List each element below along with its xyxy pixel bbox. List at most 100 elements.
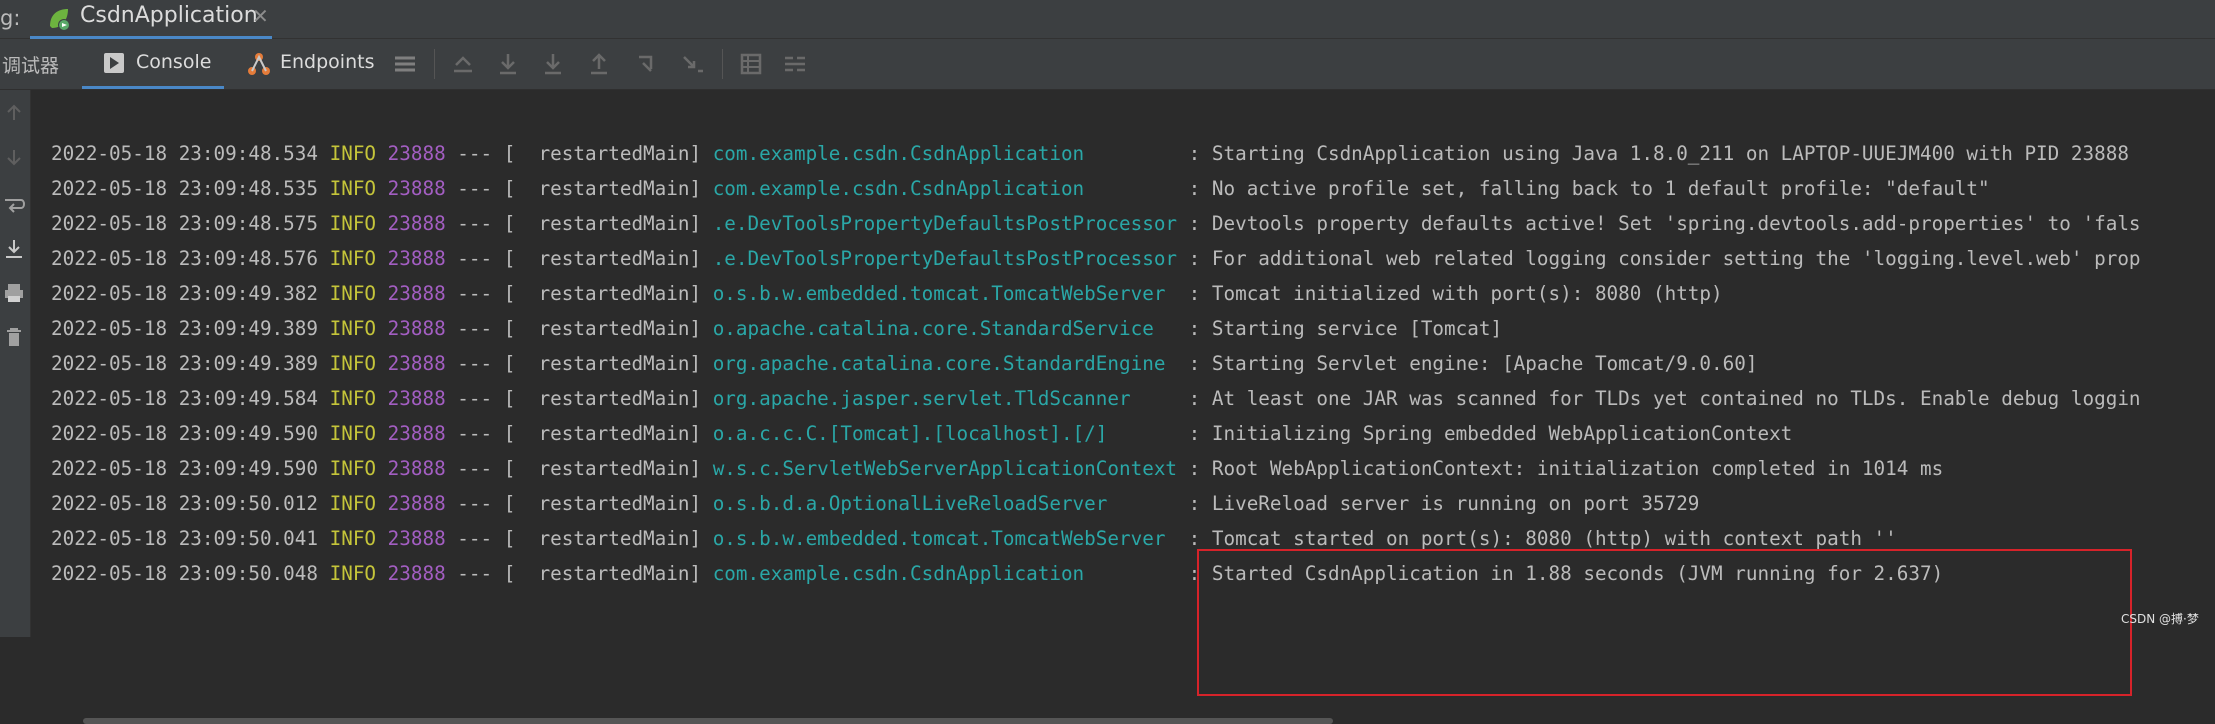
log-separator: --- [ <box>445 352 516 375</box>
log-pid: 23888 <box>387 527 446 550</box>
tab-endpoints[interactable]: Endpoints <box>244 39 384 89</box>
log-level: INFO <box>329 177 377 200</box>
log-thread: restartedMain] <box>515 492 713 515</box>
log-separator: --- [ <box>445 247 516 270</box>
log-logger: o.s.b.w.embedded.tomcat.TomcatWebServer <box>712 527 1178 550</box>
horizontal-scrollbar[interactable] <box>83 718 1333 724</box>
run-to-cursor-icon[interactable] <box>680 51 706 77</box>
log-pid: 23888 <box>387 422 446 445</box>
trace-current-stream-icon[interactable] <box>782 51 808 77</box>
log-separator: --- [ <box>445 142 516 165</box>
log-line: 2022-05-18 23:09:49.584 INFO 23888 --- [… <box>51 381 2141 416</box>
arrow-up-icon[interactable] <box>3 102 25 124</box>
step-over-icon[interactable] <box>495 51 521 77</box>
log-pid: 23888 <box>387 212 446 235</box>
log-pid: 23888 <box>387 142 446 165</box>
log-timestamp: 2022-05-18 23:09:48.535 <box>51 177 318 200</box>
log-timestamp: 2022-05-18 23:09:49.382 <box>51 282 318 305</box>
log-thread: restartedMain] <box>515 562 713 585</box>
step-into-icon[interactable] <box>540 51 566 77</box>
log-timestamp: 2022-05-18 23:09:49.389 <box>51 352 318 375</box>
log-pid: 23888 <box>387 457 446 480</box>
log-timestamp: 2022-05-18 23:09:50.048 <box>51 562 318 585</box>
log-level: INFO <box>329 247 377 270</box>
endpoints-icon <box>248 53 270 75</box>
log-level: INFO <box>329 352 377 375</box>
log-level: INFO <box>329 387 377 410</box>
arrow-down-icon[interactable] <box>3 146 25 168</box>
log-timestamp: 2022-05-18 23:09:49.584 <box>51 387 318 410</box>
log-thread: restartedMain] <box>515 212 713 235</box>
drop-frame-icon[interactable] <box>633 51 659 77</box>
soft-wrap-icon[interactable] <box>3 194 25 216</box>
print-icon[interactable] <box>3 282 25 304</box>
tab-prefix: g: <box>0 6 21 30</box>
log-timestamp: 2022-05-18 23:09:50.041 <box>51 527 318 550</box>
log-line: 2022-05-18 23:09:48.575 INFO 23888 --- [… <box>51 206 2141 241</box>
log-thread: restartedMain] <box>515 527 713 550</box>
log-separator: --- [ <box>445 527 516 550</box>
tab-console-label: Console <box>136 51 212 73</box>
close-icon[interactable]: ✕ <box>252 4 269 28</box>
console-output[interactable]: 2022-05-18 23:09:48.534 INFO 23888 --- [… <box>31 90 2215 724</box>
log-message: : Starting service [Tomcat] <box>1177 317 1503 340</box>
run-tab-csdnapplication[interactable]: CsdnApplication ✕ <box>30 0 272 39</box>
tab-debugger[interactable]: 调试器 <box>2 51 59 78</box>
evaluate-expression-icon[interactable] <box>738 51 764 77</box>
tab-console[interactable]: Console <box>82 39 224 89</box>
log-timestamp: 2022-05-18 23:09:49.590 <box>51 422 318 445</box>
log-separator: --- [ <box>445 457 516 480</box>
menu-lines-icon[interactable] <box>392 51 418 77</box>
log-level: INFO <box>329 142 377 165</box>
log-message: : Initializing Spring embedded WebApplic… <box>1177 422 1793 445</box>
log-separator: --- [ <box>445 492 516 515</box>
log-line: 2022-05-18 23:09:49.389 INFO 23888 --- [… <box>51 311 2141 346</box>
log-pid: 23888 <box>387 492 446 515</box>
log-lines: 2022-05-18 23:09:48.534 INFO 23888 --- [… <box>51 136 2141 591</box>
log-message: : No active profile set, falling back to… <box>1177 177 1990 200</box>
debug-toolbar: 调试器 Console Endpoints <box>0 39 2215 90</box>
log-level: INFO <box>329 212 377 235</box>
log-timestamp: 2022-05-18 23:09:49.389 <box>51 317 318 340</box>
log-pid: 23888 <box>387 177 446 200</box>
log-line: 2022-05-18 23:09:48.576 INFO 23888 --- [… <box>51 241 2141 276</box>
log-level: INFO <box>329 317 377 340</box>
log-separator: --- [ <box>445 282 516 305</box>
log-logger: org.apache.jasper.servlet.TldScanner <box>712 387 1178 410</box>
log-logger: o.a.c.c.C.[Tomcat].[localhost].[/] <box>712 422 1178 445</box>
log-message: : Tomcat started on port(s): 8080 (http)… <box>1177 527 1897 550</box>
scroll-to-end-icon[interactable] <box>3 238 25 260</box>
log-level: INFO <box>329 282 377 305</box>
log-timestamp: 2022-05-18 23:09:48.575 <box>51 212 318 235</box>
log-line: 2022-05-18 23:09:48.534 INFO 23888 --- [… <box>51 136 2141 171</box>
step-out-icon[interactable] <box>586 51 612 77</box>
trash-icon[interactable] <box>3 326 25 348</box>
log-pid: 23888 <box>387 282 446 305</box>
log-message: : Tomcat initialized with port(s): 8080 … <box>1177 282 1723 305</box>
log-logger: .e.DevToolsPropertyDefaultsPostProcessor <box>712 212 1178 235</box>
log-thread: restartedMain] <box>515 142 713 165</box>
tab-endpoints-label: Endpoints <box>280 51 375 73</box>
log-line: 2022-05-18 23:09:49.389 INFO 23888 --- [… <box>51 346 2141 381</box>
run-tab-bar: g: CsdnApplication ✕ <box>0 0 2215 39</box>
log-thread: restartedMain] <box>515 282 713 305</box>
log-message: : Starting CsdnApplication using Java 1.… <box>1177 142 2129 165</box>
log-pid: 23888 <box>387 352 446 375</box>
log-message: : LiveReload server is running on port 3… <box>1177 492 1700 515</box>
log-timestamp: 2022-05-18 23:09:50.012 <box>51 492 318 515</box>
log-level: INFO <box>329 457 377 480</box>
log-separator: --- [ <box>445 562 516 585</box>
show-execution-point-icon[interactable] <box>450 51 476 77</box>
log-timestamp: 2022-05-18 23:09:49.590 <box>51 457 318 480</box>
log-logger: o.s.b.w.embedded.tomcat.TomcatWebServer <box>712 282 1178 305</box>
log-logger: org.apache.catalina.core.StandardEngine <box>712 352 1178 375</box>
log-thread: restartedMain] <box>515 457 713 480</box>
log-separator: --- [ <box>445 212 516 235</box>
log-pid: 23888 <box>387 247 446 270</box>
toolbar-divider <box>434 49 435 79</box>
highlight-box <box>1197 549 2132 696</box>
log-thread: restartedMain] <box>515 352 713 375</box>
log-thread: restartedMain] <box>515 247 713 270</box>
log-level: INFO <box>329 492 377 515</box>
log-logger: o.apache.catalina.core.StandardService <box>712 317 1178 340</box>
